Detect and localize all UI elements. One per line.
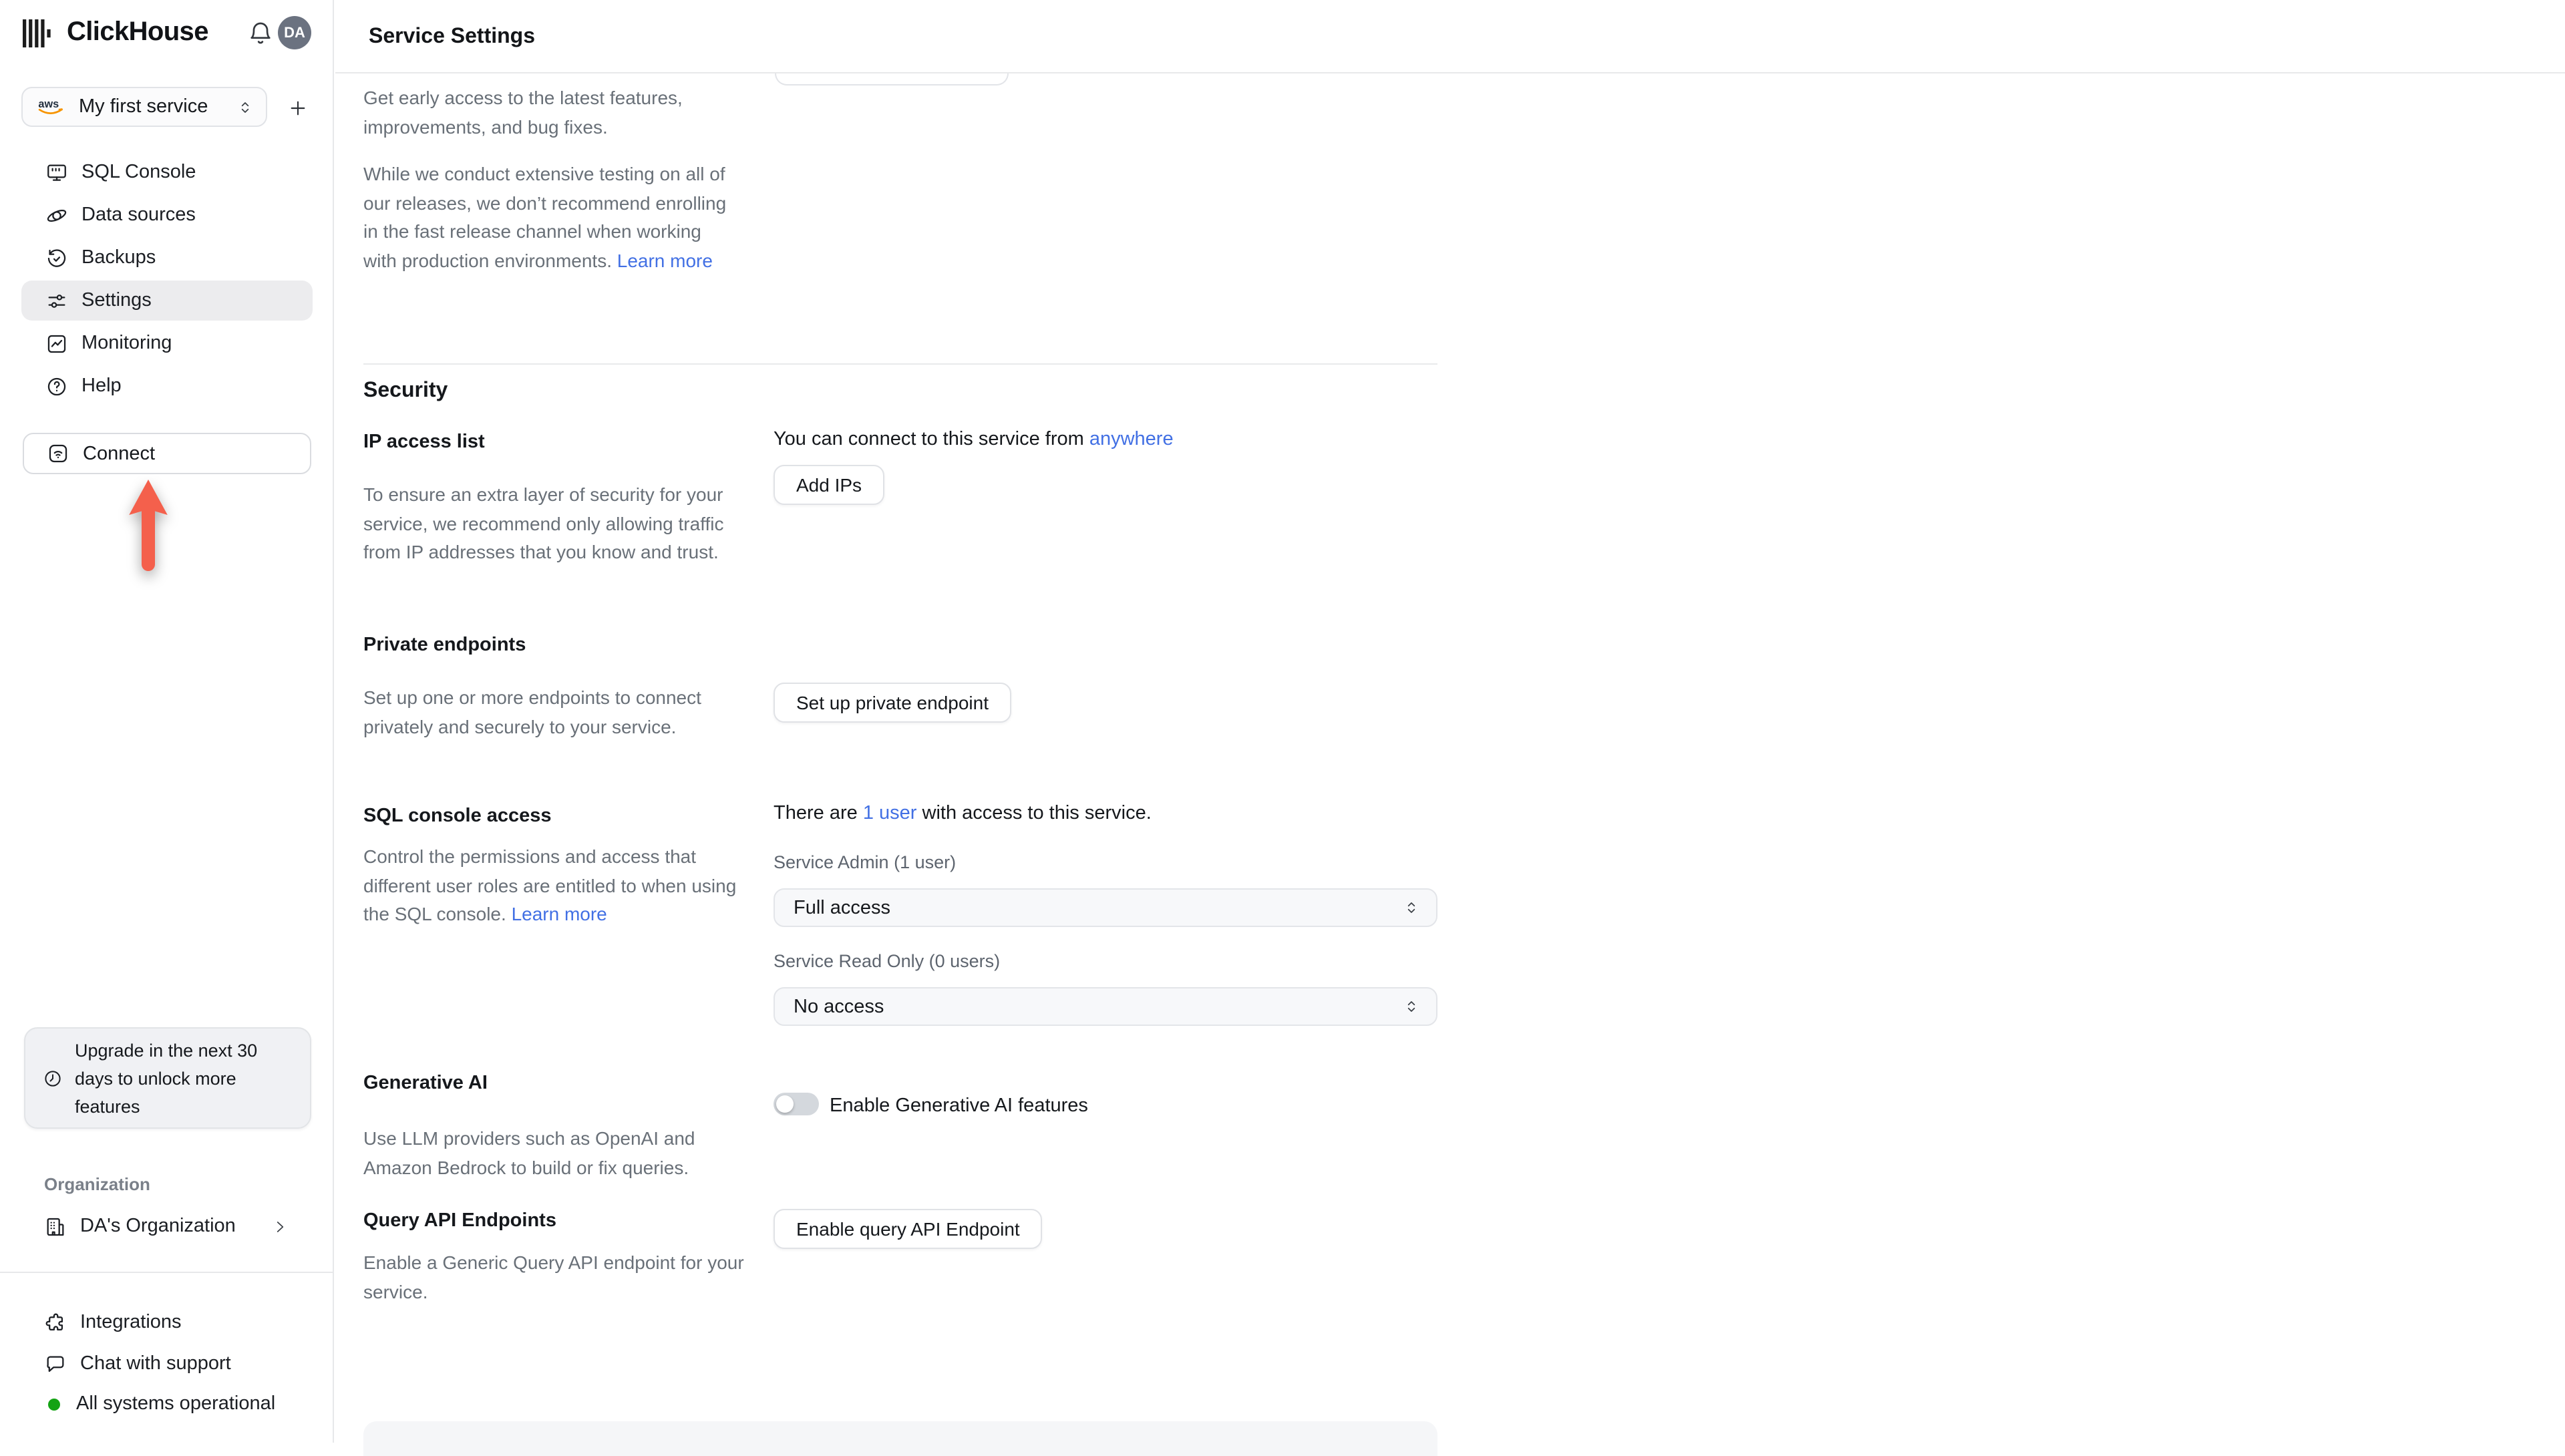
enable-query-api-button[interactable]: Enable query API Endpoint <box>774 1209 1043 1249</box>
settings-sliders-icon <box>45 289 68 312</box>
sidebar-item-data-sources[interactable]: Data sources <box>21 195 313 235</box>
sidebar-item-backups[interactable]: Backups <box>21 238 313 278</box>
sql-learn-more-link[interactable]: Learn more <box>512 903 607 924</box>
svg-text:aws: aws <box>38 98 59 110</box>
chevron-updown-icon <box>236 98 254 116</box>
ip-access-status-line: You can connect to this service from any… <box>774 429 1174 450</box>
anywhere-link[interactable]: anywhere <box>1089 429 1174 450</box>
page-header: Service Settings <box>335 0 2565 73</box>
sidebar: ClickHouse DA aws My first service SQL C… <box>0 0 334 1443</box>
clickhouse-logo-icon <box>23 19 51 48</box>
sql-access-status-line: There are 1 user with access to this ser… <box>774 803 1152 824</box>
service-selector-label: My first service <box>79 96 208 118</box>
service-admin-select-value: Full access <box>794 897 891 918</box>
sidebar-item-label: Integrations <box>80 1312 182 1333</box>
ip-access-description: To ensure an extra layer of security for… <box>363 484 724 562</box>
add-ips-button[interactable]: Add IPs <box>774 465 885 505</box>
main-content: Service Settings Get early access to the… <box>335 0 2565 1456</box>
clock-icon <box>43 1068 63 1088</box>
setup-private-endpoint-button[interactable]: Set up private endpoint <box>774 683 1011 723</box>
sql-console-access-title: SQL console access <box>363 805 552 827</box>
sidebar-item-help[interactable]: Help <box>21 366 313 406</box>
service-selector[interactable]: aws My first service <box>21 87 267 127</box>
service-admin-label: Service Admin (1 user) <box>774 852 957 872</box>
avatar[interactable]: DA <box>278 16 311 49</box>
system-status-row[interactable]: All systems operational <box>21 1384 313 1424</box>
status-label: All systems operational <box>76 1393 276 1415</box>
sidebar-item-label: Monitoring <box>81 333 172 354</box>
brand-name: ClickHouse <box>67 17 208 47</box>
page-title: Service Settings <box>369 25 535 48</box>
release-channel-paragraph-1: Get early access to the latest features,… <box>363 87 683 137</box>
clickhouse-console-app: ClickHouse DA aws My first service SQL C… <box>0 0 2565 1456</box>
tutorial-pointer-arrow <box>128 480 168 573</box>
sidebar-item-label: Backups <box>81 247 156 268</box>
organization-section-label: Organization <box>44 1174 150 1194</box>
security-heading: Security <box>363 379 448 402</box>
section-divider <box>363 363 1437 365</box>
release-learn-more-link[interactable]: Learn more <box>617 249 713 270</box>
sql-line-prefix: There are <box>774 803 863 824</box>
aws-provider-icon: aws <box>36 96 68 118</box>
sidebar-footer-divider <box>0 1272 334 1273</box>
chat-bubble-icon <box>44 1352 67 1375</box>
connect-wifi-icon <box>47 442 69 465</box>
sql-console-icon <box>45 161 68 184</box>
data-sources-icon <box>45 204 68 226</box>
next-section-panel-partial <box>363 1421 1437 1456</box>
release-channel-paragraph-2: While we conduct extensive testing on al… <box>363 160 727 275</box>
query-api-description: Enable a Generic Query API endpoint for … <box>363 1252 744 1302</box>
sidebar-item-label: Help <box>81 375 122 397</box>
backups-history-icon <box>45 246 68 269</box>
connect-button[interactable]: Connect <box>23 433 311 474</box>
add-service-button[interactable] <box>285 95 311 122</box>
ip-line-prefix: You can connect to this service from <box>774 429 1089 450</box>
generative-ai-title: Generative AI <box>363 1073 488 1094</box>
sidebar-item-chat-support[interactable]: Chat with support <box>21 1344 313 1384</box>
private-endpoints-title: Private endpoints <box>363 634 526 656</box>
upgrade-notice[interactable]: Upgrade in the next 30 days to unlock mo… <box>24 1027 311 1129</box>
query-api-title: Query API Endpoints <box>363 1210 556 1232</box>
sidebar-item-monitoring[interactable]: Monitoring <box>21 323 313 363</box>
sidebar-item-settings[interactable]: Settings <box>21 281 313 321</box>
one-user-link[interactable]: 1 user <box>863 803 917 824</box>
status-green-dot-icon <box>48 1398 60 1410</box>
ip-access-title: IP access list <box>363 431 485 453</box>
sidebar-item-label: Chat with support <box>80 1353 231 1375</box>
generative-ai-toggle[interactable] <box>774 1093 819 1115</box>
brand-row: ClickHouse DA <box>23 16 314 51</box>
sidebar-item-label: SQL Console <box>81 162 196 183</box>
toggle-knob <box>776 1095 794 1113</box>
sidebar-item-integrations[interactable]: Integrations <box>21 1302 313 1342</box>
sql-line-suffix: with access to this service. <box>916 803 1152 824</box>
sidebar-item-label: Data sources <box>81 204 196 226</box>
generative-ai-toggle-label: Enable Generative AI features <box>830 1095 1088 1117</box>
integrations-puzzle-icon <box>44 1311 67 1334</box>
upgrade-notice-text: Upgrade in the next 30 days to unlock mo… <box>75 1040 258 1116</box>
service-readonly-select-value: No access <box>794 996 884 1017</box>
service-admin-select[interactable]: Full access <box>774 888 1437 927</box>
connect-button-label: Connect <box>83 443 156 464</box>
chevron-updown-icon <box>1403 899 1420 916</box>
chevron-right-icon <box>271 1218 289 1235</box>
release-channel-select-partial[interactable] <box>775 73 1009 85</box>
private-endpoints-description: Set up one or more endpoints to connect … <box>363 687 701 737</box>
monitoring-chart-icon <box>45 332 68 355</box>
organization-name: DA's Organization <box>80 1216 236 1237</box>
service-readonly-select[interactable]: No access <box>774 987 1437 1026</box>
organization-row[interactable]: DA's Organization <box>21 1206 313 1246</box>
service-readonly-label: Service Read Only (0 users) <box>774 951 1001 971</box>
sidebar-item-sql-console[interactable]: SQL Console <box>21 152 313 192</box>
generative-ai-description: Use LLM providers such as OpenAI and Ama… <box>363 1127 695 1177</box>
building-icon <box>44 1215 67 1238</box>
help-question-icon <box>45 375 68 397</box>
sql-access-description: Control the permissions and access that … <box>363 843 740 929</box>
chevron-updown-icon <box>1403 998 1420 1015</box>
sidebar-item-label: Settings <box>81 290 152 311</box>
notifications-bell-icon[interactable] <box>247 20 277 49</box>
